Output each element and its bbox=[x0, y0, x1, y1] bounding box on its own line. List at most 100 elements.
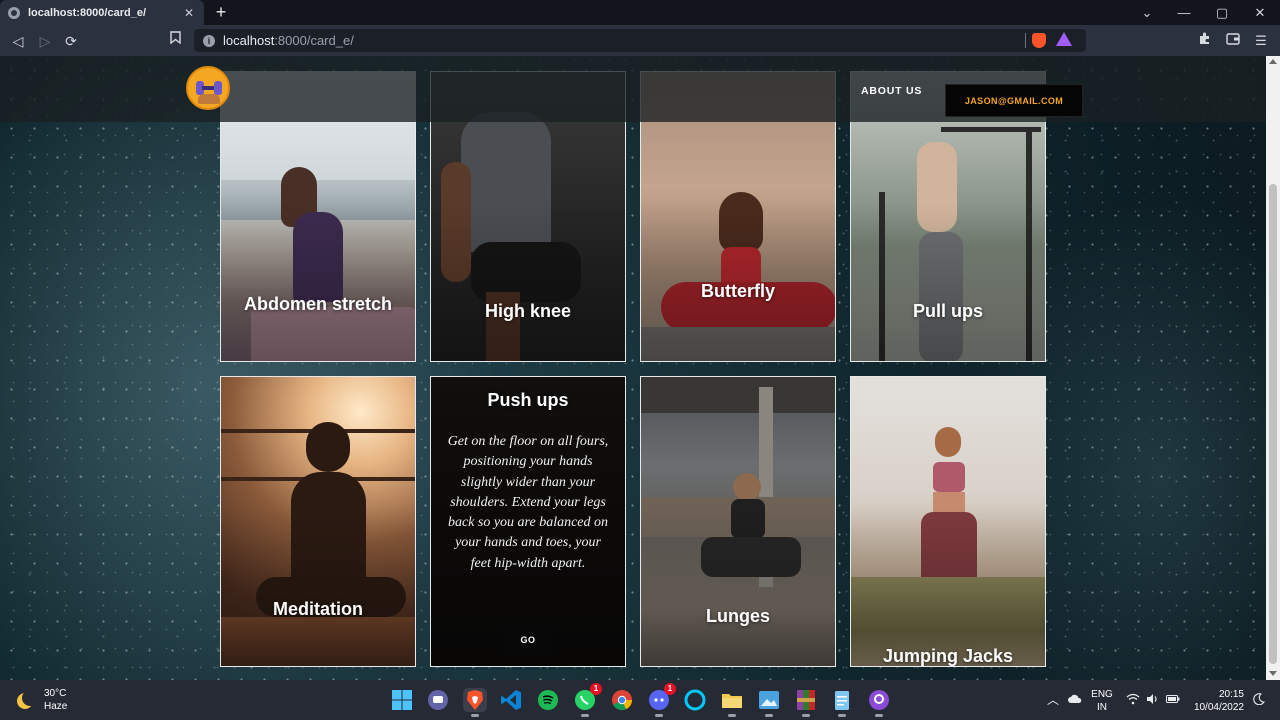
minimize-button[interactable]: — bbox=[1165, 0, 1203, 25]
chrome-icon[interactable] bbox=[610, 688, 634, 712]
bookmark-glyph bbox=[169, 31, 181, 45]
photos-icon[interactable] bbox=[757, 688, 781, 717]
globe-icon bbox=[8, 6, 20, 19]
notification-badge: 1 bbox=[590, 683, 602, 695]
battery-icon[interactable] bbox=[1166, 693, 1180, 707]
chrome-glyph bbox=[612, 690, 633, 711]
speaker-glyph bbox=[1147, 694, 1157, 704]
puzzle-glyph bbox=[1200, 32, 1209, 44]
brave-browser-icon[interactable] bbox=[463, 688, 487, 717]
notification-badge: 1 bbox=[664, 683, 676, 695]
email-button[interactable]: JASON@GMAIL.COM bbox=[945, 84, 1083, 117]
bookmark-icon[interactable] bbox=[165, 31, 185, 51]
site-info-icon[interactable]: i bbox=[203, 34, 215, 47]
teams-chat-icon[interactable] bbox=[426, 688, 450, 712]
divider bbox=[1025, 33, 1026, 48]
vscode-icon[interactable] bbox=[499, 688, 523, 712]
scrollbar-thumb[interactable] bbox=[1269, 184, 1277, 664]
show-hidden-icons[interactable]: ︿ bbox=[1046, 693, 1060, 707]
card-shade bbox=[221, 377, 415, 666]
card-title: Pull ups bbox=[912, 301, 983, 321]
github-glyph bbox=[869, 690, 889, 710]
windows-taskbar: 30°C Haze 1 1 ︿ ENG IN 20:15 10/04/2022 bbox=[0, 680, 1280, 720]
background-texture bbox=[0, 56, 1266, 680]
maximize-button[interactable]: ▢ bbox=[1203, 0, 1241, 25]
address-bar[interactable]: i localhost :8000/card_e/ bbox=[194, 29, 1086, 52]
url-host: localhost bbox=[223, 33, 275, 48]
card-shade bbox=[851, 377, 1045, 666]
discord-icon[interactable]: 1 bbox=[647, 683, 676, 717]
crescent-glyph bbox=[1253, 693, 1265, 706]
notepad-glyph bbox=[835, 691, 849, 710]
winrar-icon[interactable] bbox=[794, 688, 818, 717]
arm-shape bbox=[198, 94, 220, 104]
github-desktop-icon[interactable] bbox=[867, 688, 891, 717]
card-title: Meditation bbox=[273, 599, 363, 619]
about-us-link[interactable]: ABOUT US bbox=[861, 85, 922, 97]
reload-button[interactable]: ⟳ bbox=[61, 31, 81, 51]
dumbbell-icon bbox=[196, 81, 222, 95]
site-logo[interactable] bbox=[186, 66, 230, 110]
forward-button[interactable]: ▷ bbox=[35, 31, 55, 51]
browser-toolbar: ◁ ▷ ⟳ i localhost :8000/card_e/ ☰ bbox=[0, 25, 1280, 56]
wifi-glyph bbox=[1126, 693, 1140, 705]
volume-icon[interactable] bbox=[1146, 693, 1160, 707]
card-title: Lunges bbox=[705, 606, 770, 626]
wallet-glyph bbox=[1226, 33, 1240, 45]
site-navbar: ABOUT US JASON@GMAIL.COM bbox=[0, 56, 1266, 122]
whatsapp-icon[interactable]: 1 bbox=[573, 683, 602, 717]
weather-temp: 30°C bbox=[44, 688, 67, 699]
onedrive-icon[interactable] bbox=[1068, 693, 1082, 707]
card-meditation[interactable]: Meditation bbox=[220, 376, 416, 667]
browser-tab[interactable]: localhost:8000/card_e/ ✕ bbox=[0, 0, 204, 25]
notepad-icon[interactable] bbox=[830, 688, 854, 717]
spotify-glyph bbox=[538, 690, 558, 710]
scroll-down-arrow[interactable] bbox=[1269, 671, 1277, 676]
brave-rewards-icon[interactable] bbox=[1056, 32, 1072, 46]
language-code: ENG bbox=[1091, 689, 1113, 700]
weather-widget[interactable]: 30°C Haze bbox=[16, 687, 67, 713]
language-indicator[interactable]: ENG IN bbox=[1090, 688, 1114, 714]
card-title: High knee bbox=[484, 301, 572, 321]
clock-time: 20:15 bbox=[1218, 689, 1244, 700]
card-description: Get on the floor on all fours, positioni… bbox=[447, 434, 609, 571]
clock[interactable]: 20:15 10/04/2022 bbox=[1188, 688, 1244, 714]
page-viewport: Abdomen stretch High knee Butterfly Pull… bbox=[0, 56, 1266, 680]
menu-icon[interactable]: ☰ bbox=[1251, 31, 1271, 51]
card-push-ups[interactable]: Push ups Get on the floor on all fours, … bbox=[430, 376, 626, 667]
tab-title: localhost:8000/card_e/ bbox=[28, 6, 147, 19]
back-button[interactable]: ◁ bbox=[8, 31, 28, 51]
tab-search-icon[interactable]: ⌄ bbox=[1128, 0, 1166, 25]
battery-glyph bbox=[1166, 695, 1180, 703]
weather-condition: Haze bbox=[44, 701, 68, 712]
alexa-glyph bbox=[684, 689, 706, 711]
wifi-icon[interactable] bbox=[1126, 693, 1140, 707]
start-icon[interactable] bbox=[390, 688, 414, 712]
alexa-icon[interactable] bbox=[683, 688, 707, 712]
new-tab-button[interactable]: + bbox=[212, 3, 230, 21]
tab-close-icon[interactable]: ✕ bbox=[182, 6, 196, 20]
extensions-icon[interactable] bbox=[1195, 31, 1215, 51]
close-window-button[interactable]: ✕ bbox=[1241, 0, 1279, 25]
file-explorer-icon[interactable] bbox=[720, 688, 744, 717]
go-button[interactable]: GO bbox=[501, 625, 555, 655]
scroll-up-arrow[interactable] bbox=[1269, 59, 1277, 64]
card-lunges[interactable]: Lunges bbox=[640, 376, 836, 667]
url-path: :8000/card_e/ bbox=[274, 33, 354, 48]
wallet-icon[interactable] bbox=[1223, 31, 1243, 51]
page-scrollbar[interactable] bbox=[1266, 56, 1280, 680]
spotify-icon[interactable] bbox=[536, 688, 560, 712]
archive-glyph bbox=[797, 690, 815, 710]
browser-tab-strip: localhost:8000/card_e/ ✕ + ⌄ — ▢ ✕ bbox=[0, 0, 1280, 25]
region-code: IN bbox=[1097, 702, 1107, 713]
brave-shields-icon[interactable] bbox=[1032, 33, 1046, 48]
chat-glyph bbox=[428, 690, 448, 710]
clock-date: 10/04/2022 bbox=[1193, 702, 1244, 713]
brave-glyph bbox=[467, 690, 483, 710]
card-title: Jumping Jacks bbox=[882, 646, 1014, 666]
card-title: Abdomen stretch bbox=[243, 294, 393, 314]
night-mode-icon[interactable] bbox=[1252, 693, 1266, 707]
card-jumping-jacks[interactable]: Jumping Jacks bbox=[850, 376, 1046, 667]
moon-icon bbox=[22, 690, 38, 706]
folder-glyph bbox=[722, 694, 742, 708]
